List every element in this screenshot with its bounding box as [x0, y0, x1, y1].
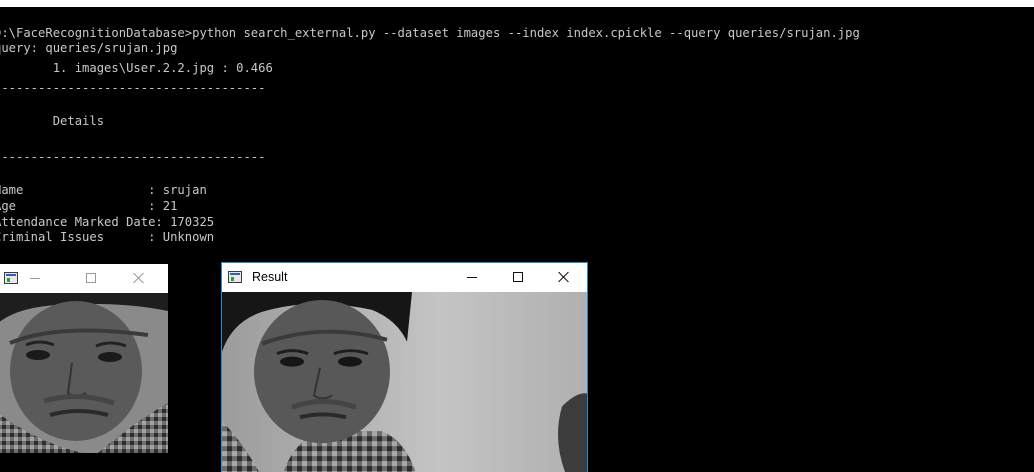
window-title: Result [252, 270, 288, 284]
minimize-button[interactable] [449, 263, 495, 292]
query-face-image [0, 293, 168, 453]
close-icon [558, 271, 570, 283]
maximize-icon [86, 273, 96, 283]
terminal-line: Criminal Issues : Unknown [0, 230, 215, 244]
terminal-line: query: queries/srujan.jpg [0, 41, 178, 55]
query-image-window[interactable] [0, 264, 168, 453]
terminal-line: ------------------------------------- [0, 150, 266, 164]
terminal-line: Details [0, 114, 105, 128]
terminal-line: D:\FaceRecognitionDatabase>python search… [0, 26, 860, 40]
minimize-button[interactable] [12, 264, 58, 293]
maximize-icon [513, 272, 523, 282]
window-titlebar[interactable]: Result [222, 263, 587, 292]
close-button[interactable] [116, 264, 162, 293]
terminal-line: Attendance Marked Date: 170325 [0, 215, 215, 229]
minimize-icon [30, 278, 40, 279]
maximize-button[interactable] [495, 263, 541, 292]
window-titlebar[interactable] [0, 264, 168, 293]
maximize-button[interactable] [68, 264, 114, 293]
result-face-image [222, 292, 587, 472]
terminal-line: Name : srujan [0, 183, 207, 197]
desktop: D:\FaceRecognitionDatabase>python search… [0, 0, 1034, 472]
terminal-line: 1. images\User.2.2.jpg : 0.466 [0, 61, 273, 75]
terminal-line: ------------------------------------- [0, 81, 266, 95]
image-window-icon [228, 271, 242, 283]
result-window[interactable]: Result [221, 262, 588, 472]
close-icon [133, 272, 145, 284]
minimize-icon [467, 277, 477, 278]
terminal-line: Age : 21 [0, 199, 178, 213]
close-button[interactable] [541, 263, 587, 292]
